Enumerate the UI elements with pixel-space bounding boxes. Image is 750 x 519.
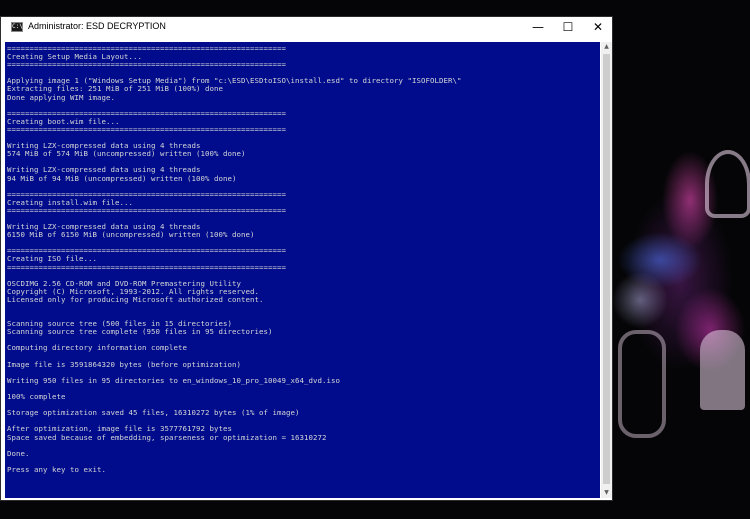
minimize-button[interactable]: — [523, 17, 553, 39]
console-line: Licensed only for producing Microsoft au… [7, 294, 264, 304]
scroll-up-arrow-icon[interactable]: ▲ [601, 42, 612, 52]
console-line: ========================================… [7, 60, 286, 70]
console-line: Done applying WIM image. [7, 92, 115, 102]
console-line: Press any key to exit. [7, 464, 106, 474]
console-window[interactable]: C:\ Administrator: ESD DECRYPTION — ☐ ✕ … [0, 16, 613, 501]
console-line: Storage optimization saved 45 files, 163… [7, 408, 300, 418]
wallpaper-shape [618, 330, 666, 438]
console-icon[interactable]: C:\ [11, 22, 23, 32]
scrollbar-thumb[interactable] [603, 54, 610, 484]
vertical-scrollbar[interactable]: ▲ ▼ [601, 42, 612, 498]
console-line: ========================================… [7, 205, 286, 215]
close-button[interactable]: ✕ [583, 17, 613, 39]
wallpaper-shape [700, 330, 745, 410]
console-output-text: ========================================… [5, 42, 600, 474]
console-line: 6150 MiB of 6150 MiB (uncompressed) writ… [7, 230, 255, 240]
console-line: 100% complete [7, 392, 66, 402]
console-line: Image file is 3591864320 bytes (before o… [7, 359, 241, 369]
maximize-button[interactable]: ☐ [553, 17, 583, 39]
console-line: Space saved because of embedding, sparse… [7, 432, 327, 442]
desktop-wallpaper [600, 0, 750, 519]
console-output-area[interactable]: ========================================… [5, 42, 600, 498]
console-line: Writing 950 files in 95 directories to e… [7, 375, 340, 385]
console-line: 94 MiB of 94 MiB (uncompressed) written … [7, 173, 237, 183]
console-line: 574 MiB of 574 MiB (uncompressed) writte… [7, 149, 246, 159]
window-title: Administrator: ESD DECRYPTION [28, 21, 166, 31]
scroll-down-arrow-icon[interactable]: ▼ [601, 488, 612, 498]
console-line: ========================================… [7, 124, 286, 134]
title-bar[interactable]: C:\ Administrator: ESD DECRYPTION — ☐ ✕ [1, 17, 612, 39]
console-line: Done. [7, 448, 30, 458]
console-line: ========================================… [7, 262, 286, 272]
console-line: Scanning source tree complete (950 files… [7, 327, 273, 337]
console-line: Computing directory information complete [7, 343, 187, 353]
wallpaper-shape [705, 150, 750, 218]
